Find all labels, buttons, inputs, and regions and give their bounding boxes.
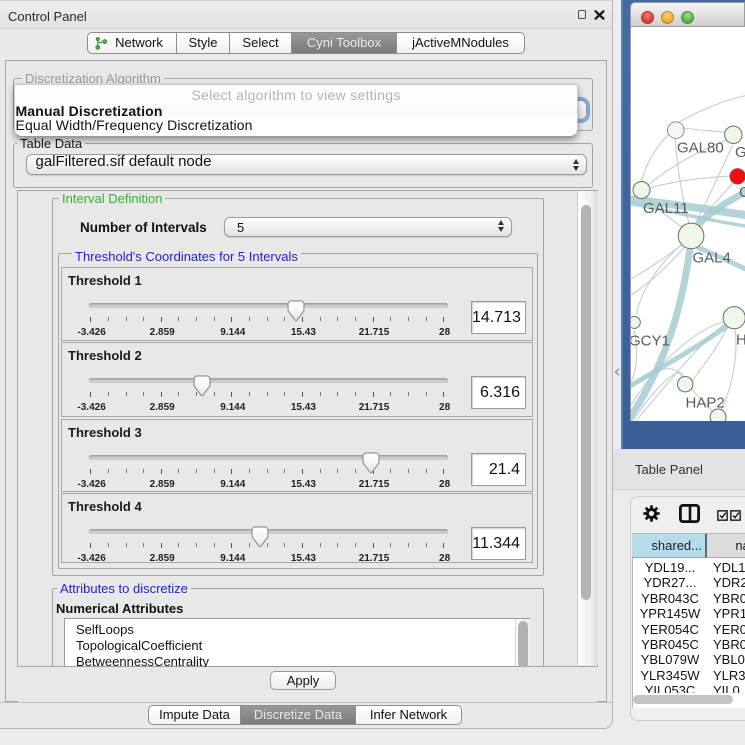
svg-text:H...: H... <box>736 332 745 349</box>
svg-text:C...: C... <box>739 184 745 201</box>
svg-text:GCY1: GCY1 <box>631 333 670 350</box>
svg-text:GAL80: GAL80 <box>677 140 724 157</box>
svg-text:GAL11: GAL11 <box>643 200 689 217</box>
svg-text:HAP2: HAP2 <box>686 395 725 412</box>
svg-text:G...: G... <box>735 144 745 161</box>
svg-text:GAL4: GAL4 <box>693 250 731 267</box>
